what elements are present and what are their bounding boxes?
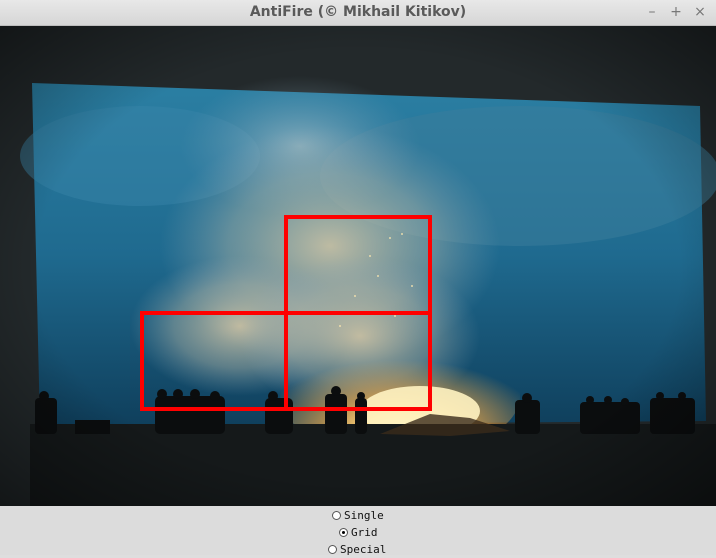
radio-button[interactable] xyxy=(332,511,341,520)
radio-grid[interactable]: Grid xyxy=(339,525,378,541)
radio-button[interactable] xyxy=(339,528,348,537)
radio-label: Special xyxy=(340,543,387,556)
app-window: AntiFire (© Mikhail Kitikov) – + × Singl… xyxy=(0,0,716,558)
radio-label: Grid xyxy=(351,526,378,539)
radio-button[interactable] xyxy=(328,545,337,554)
title-bar[interactable]: AntiFire (© Mikhail Kitikov) – + × xyxy=(0,0,716,26)
minimize-icon[interactable]: – xyxy=(643,3,661,21)
mode-selector: Single Grid Special xyxy=(0,506,716,558)
radio-label: Single xyxy=(344,509,384,522)
maximize-icon[interactable]: + xyxy=(667,3,685,21)
video-frame xyxy=(0,26,716,506)
radio-single[interactable]: Single xyxy=(332,508,384,524)
bonfire-scene xyxy=(0,26,716,506)
close-icon[interactable]: × xyxy=(691,3,709,21)
radio-special[interactable]: Special xyxy=(328,542,386,558)
window-title: AntiFire (© Mikhail Kitikov) xyxy=(249,4,467,20)
